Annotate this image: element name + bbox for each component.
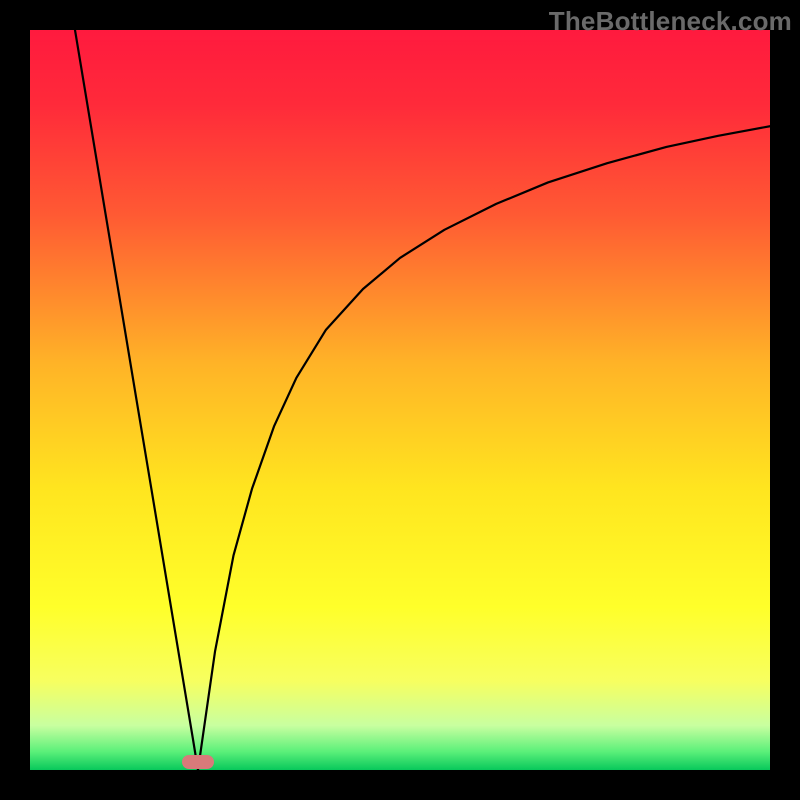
background-gradient [30,30,770,770]
chart-frame: TheBottleneck.com [0,0,800,800]
optimum-marker [182,755,214,769]
watermark-text: TheBottleneck.com [549,6,792,37]
plot-area [30,30,770,770]
